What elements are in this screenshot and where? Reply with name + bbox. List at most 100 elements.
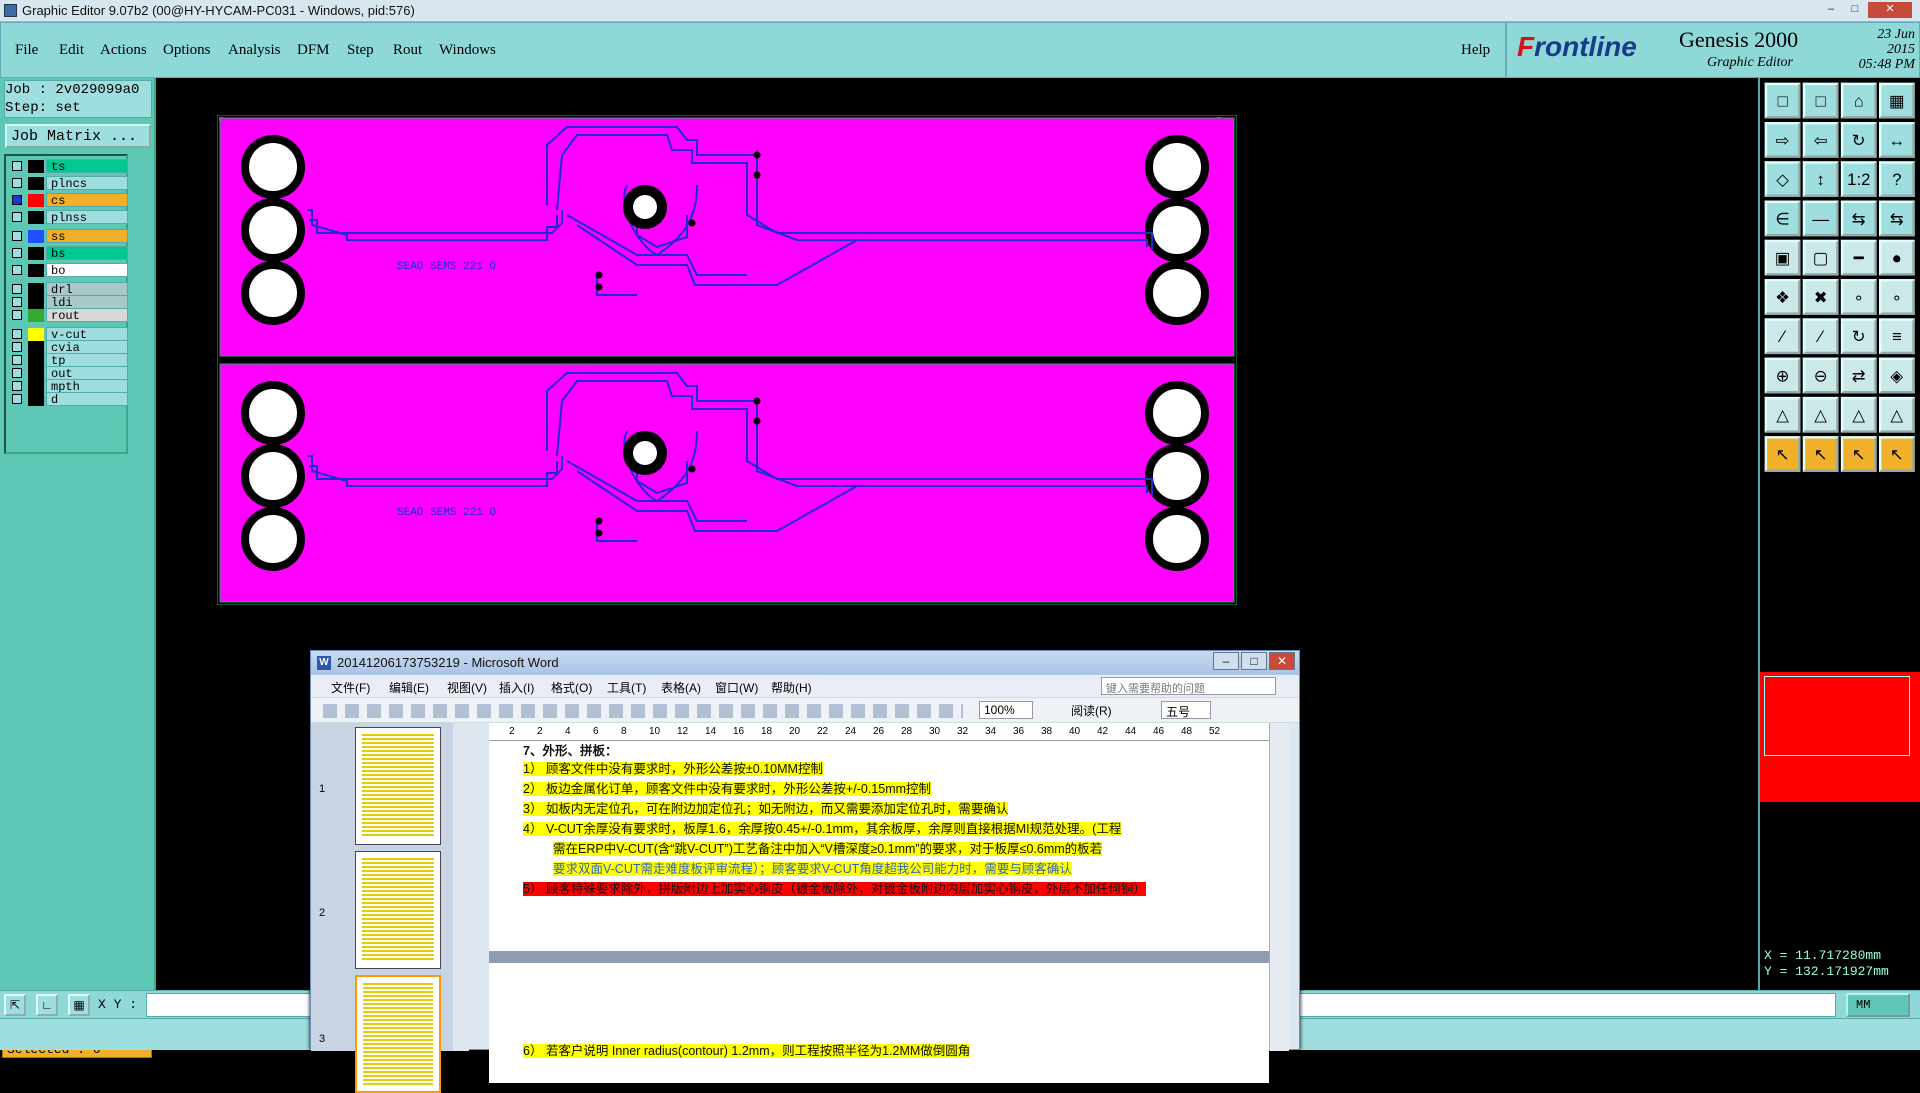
- grid-icon[interactable]: ▦: [1879, 82, 1915, 119]
- layer-plncs[interactable]: plncs: [8, 176, 128, 191]
- page-thumbnail[interactable]: [355, 727, 441, 845]
- layer-cs[interactable]: cs: [8, 193, 128, 208]
- menu-windows[interactable]: Windows: [439, 42, 496, 59]
- read-button[interactable]: 阅读(R): [1071, 702, 1112, 719]
- menu-options[interactable]: Options: [163, 42, 211, 59]
- edit-icon[interactable]: ▢: [1802, 239, 1839, 276]
- word-scrollbar[interactable]: [1269, 723, 1289, 1051]
- triangle-2-icon[interactable]: △: [1802, 396, 1839, 433]
- home-icon[interactable]: ⌂: [1840, 82, 1877, 119]
- word-menu-format[interactable]: 格式(O): [551, 679, 592, 696]
- layer-checkbox[interactable]: [12, 161, 22, 171]
- document-area[interactable]: 7、外形、拼板： 1） 顾客文件中没有要求时，外形公差按±0.10MM控制 2）…: [489, 741, 1269, 1083]
- page-thumbnail[interactable]: [355, 851, 441, 969]
- font-size-select[interactable]: 五号: [1161, 701, 1211, 719]
- word-menu-tools[interactable]: 工具(T): [607, 679, 646, 696]
- pan-icon[interactable]: □: [1764, 82, 1801, 119]
- menu-file[interactable]: File: [15, 42, 38, 59]
- pcb-panel[interactable]: SEAO SEMS 221 O SEAO SEMS 221 O: [217, 115, 1237, 605]
- layer-checkbox[interactable]: [12, 178, 22, 188]
- layer-checkbox[interactable]: [12, 368, 22, 378]
- layer-checkbox[interactable]: [12, 265, 22, 275]
- layer-checkbox[interactable]: [12, 195, 22, 205]
- maximize-button[interactable]: □: [1844, 2, 1866, 18]
- move-icon[interactable]: ⇨: [1764, 122, 1801, 158]
- menu-analysis[interactable]: Analysis: [228, 42, 281, 59]
- pointer-2-icon[interactable]: ↖: [1802, 436, 1839, 472]
- split-icon[interactable]: ≡: [1879, 318, 1915, 355]
- layer-ts[interactable]: ts: [8, 159, 128, 174]
- line-icon[interactable]: —: [1802, 200, 1839, 237]
- menu-help[interactable]: Help: [1461, 42, 1490, 59]
- layer-checkbox[interactable]: [12, 212, 22, 222]
- zoom-select[interactable]: 100%: [979, 701, 1033, 719]
- layer-plnss[interactable]: plnss: [8, 210, 128, 225]
- pointer-3-icon[interactable]: ↖: [1840, 436, 1877, 472]
- layer-drl[interactable]: drl: [8, 282, 128, 297]
- toolbar-icons[interactable]: [323, 704, 963, 718]
- help-icon[interactable]: ?: [1879, 161, 1915, 197]
- layer-checkbox[interactable]: [12, 394, 22, 404]
- add-icon[interactable]: ⊕: [1764, 357, 1801, 394]
- draw-line-icon[interactable]: ⁄: [1764, 318, 1801, 355]
- cross-icon[interactable]: ✖: [1802, 279, 1839, 315]
- minimize-button[interactable]: –: [1820, 2, 1842, 18]
- units-button[interactable]: MM: [1846, 993, 1910, 1017]
- layer-v-cut[interactable]: v-cut: [8, 327, 128, 342]
- word-menu-view[interactable]: 视图(V): [447, 679, 487, 696]
- help-search-input[interactable]: 键入需要帮助的问题: [1101, 677, 1276, 695]
- layer-checkbox[interactable]: [12, 297, 22, 307]
- triangle-icon[interactable]: △: [1764, 396, 1801, 433]
- layer-d[interactable]: d: [8, 392, 128, 407]
- rotate-icon[interactable]: ↻: [1840, 122, 1877, 158]
- layer-checkbox[interactable]: [12, 248, 22, 258]
- arc-icon[interactable]: ↻: [1840, 318, 1877, 355]
- connect-icon[interactable]: ∘: [1840, 279, 1877, 315]
- bridge-2-icon[interactable]: △: [1879, 396, 1915, 433]
- fit-icon[interactable]: ◇: [1764, 161, 1801, 197]
- select-icon[interactable]: ▣: [1764, 239, 1801, 276]
- page-thumbnail[interactable]: [355, 975, 441, 1093]
- layer-checkbox[interactable]: [12, 381, 22, 391]
- node-icon[interactable]: ❖: [1764, 279, 1801, 315]
- measure-icon[interactable]: ∟: [36, 994, 58, 1016]
- layer-checkbox[interactable]: [12, 342, 22, 352]
- snap-icon[interactable]: ∈: [1764, 200, 1801, 237]
- zoom-icon[interactable]: □: [1802, 82, 1839, 119]
- word-maximize-button[interactable]: □: [1241, 652, 1267, 670]
- word-menu-table[interactable]: 表格(A): [661, 679, 701, 696]
- layer-rout[interactable]: rout: [8, 308, 128, 323]
- layer-checkbox[interactable]: [12, 310, 22, 320]
- word-minimize-button[interactable]: –: [1213, 652, 1239, 670]
- word-close-button[interactable]: ✕: [1269, 652, 1295, 670]
- word-menu-window[interactable]: 窗口(W): [715, 679, 758, 696]
- connect-2-icon[interactable]: ∘: [1879, 279, 1915, 315]
- remove-icon[interactable]: ⊖: [1802, 357, 1839, 394]
- grid-icon[interactable]: ▦: [68, 994, 90, 1016]
- menu-actions[interactable]: Actions: [100, 42, 147, 59]
- ruler-icon[interactable]: ━: [1840, 239, 1877, 276]
- layer-checkbox[interactable]: [12, 284, 22, 294]
- pointer-4-icon[interactable]: ↖: [1879, 436, 1915, 472]
- word-menu-file[interactable]: 文件(F): [331, 679, 370, 696]
- bridge-icon[interactable]: △: [1840, 396, 1877, 433]
- menu-dfm[interactable]: DFM: [297, 42, 330, 59]
- layer-tp[interactable]: tp: [8, 353, 128, 368]
- layer-bo[interactable]: bo: [8, 263, 128, 278]
- mirror-icon[interactable]: ↔: [1879, 122, 1915, 158]
- group-icon[interactable]: ◈: [1879, 357, 1915, 394]
- menu-edit[interactable]: Edit: [59, 42, 84, 59]
- menu-step[interactable]: Step: [347, 42, 374, 59]
- pointer-icon[interactable]: ↖: [1764, 436, 1801, 472]
- word-menu-edit[interactable]: 编辑(E): [389, 679, 429, 696]
- copy-icon[interactable]: ⇦: [1802, 122, 1839, 158]
- layer-checkbox[interactable]: [12, 329, 22, 339]
- measure-icon[interactable]: ⇆: [1840, 200, 1877, 237]
- layer-ss[interactable]: ss: [8, 229, 128, 244]
- job-matrix-button[interactable]: Job Matrix ...: [5, 124, 151, 148]
- word-menu-insert[interactable]: 插入(I): [499, 679, 534, 696]
- layer-checkbox[interactable]: [12, 355, 22, 365]
- layer-mpth[interactable]: mpth: [8, 379, 128, 394]
- word-menu-help[interactable]: 帮助(H): [771, 679, 812, 696]
- layer-cvia[interactable]: cvia: [8, 340, 128, 355]
